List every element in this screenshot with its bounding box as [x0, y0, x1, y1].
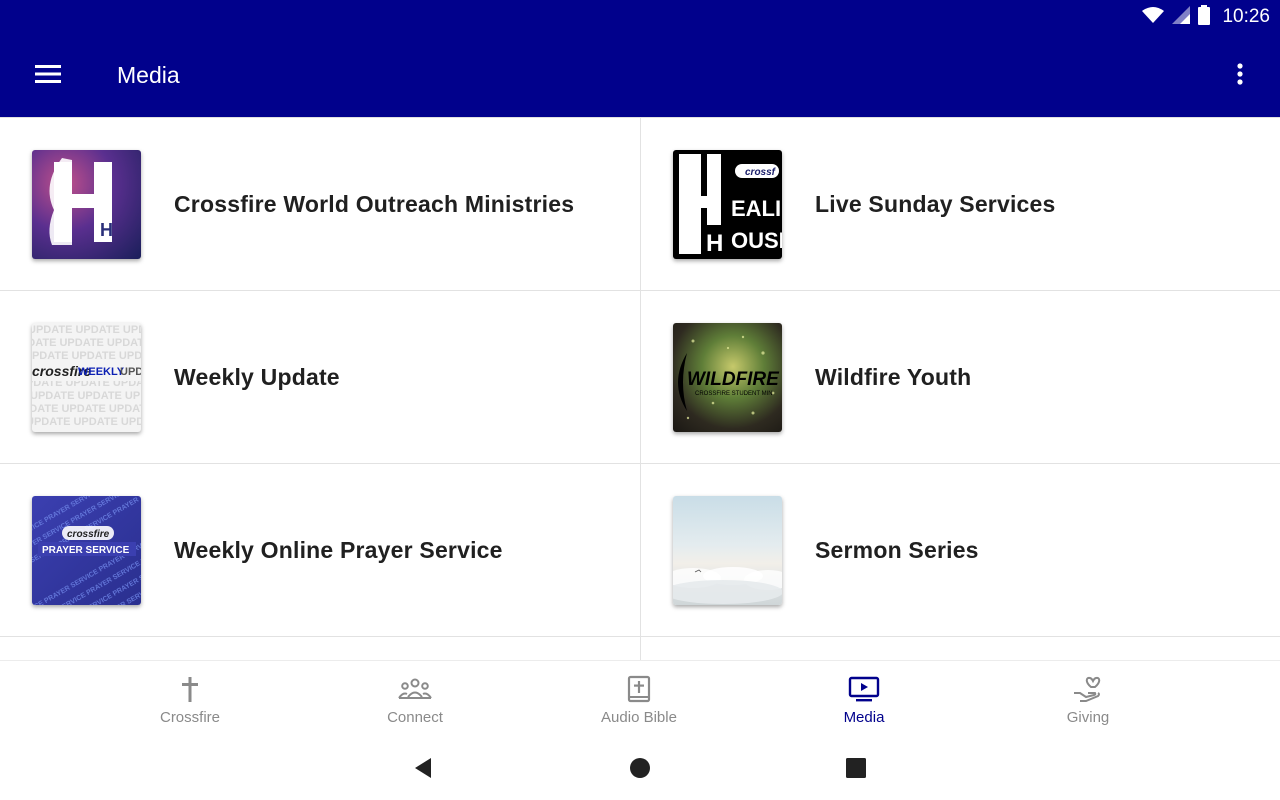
svg-text:crossfire: crossfire [67, 529, 110, 540]
back-triangle-icon [413, 757, 433, 784]
recents-square-icon [846, 757, 866, 783]
status-time: 10:26 [1222, 6, 1270, 27]
status-bar: 10:26 [1142, 0, 1280, 34]
media-item-weekly-update[interactable]: UPDATE UPDATE UPD UPDATE UPDATE UPDATE U… [0, 291, 640, 463]
nav-label: Connect [387, 709, 443, 726]
nav-label: Audio Bible [601, 709, 677, 726]
svg-text:UPDATE UPDATE UPD: UPDATE UPDATE UPD [32, 416, 141, 428]
svg-text:PRAYER SERVICE: PRAYER SERVICE [42, 545, 130, 556]
svg-text:EALI: EALI [731, 196, 781, 221]
svg-text:UPDATE UPDATE UPDATE: UPDATE UPDATE UPDATE [32, 403, 141, 415]
nav-item-connect[interactable]: Connect [335, 661, 495, 741]
media-item-label: Wildfire Youth [815, 363, 972, 390]
svg-text:UPDATE UPDATE UPD: UPDATE UPDATE UPD [32, 350, 141, 362]
svg-text:UPDATE UPDATE UPD: UPDATE UPDATE UPD [32, 324, 141, 336]
crossfire-logo-thumbnail: H [32, 149, 141, 259]
signal-icon [1172, 5, 1191, 29]
media-item-label: Weekly Online Prayer Service [174, 536, 503, 563]
nav-label: Giving [1066, 709, 1110, 726]
sermon-series-thumbnail [673, 495, 782, 605]
recents-button[interactable] [841, 755, 871, 785]
cross-icon [180, 673, 200, 705]
media-item-label: Live Sunday Services [815, 190, 1056, 217]
menu-button[interactable] [24, 56, 72, 96]
giving-icon [1072, 673, 1104, 705]
weekly-update-thumbnail: UPDATE UPDATE UPD UPDATE UPDATE UPDATE U… [32, 322, 141, 432]
nav-label: Crossfire [159, 709, 220, 726]
more-options-button[interactable] [1220, 56, 1260, 96]
svg-text:WEEKLY: WEEKLY [78, 366, 125, 378]
healing-house-thumbnail: crossf EALI OUSI H [673, 149, 782, 259]
media-item-label: Sermon Series [815, 536, 979, 563]
svg-text:UPD: UPD [120, 366, 141, 378]
svg-text:OUSI: OUSI [731, 228, 782, 253]
prayer-service-thumbnail: PRAYER SERVICE PRAYER SERVICE PRAYER SER… [32, 495, 141, 605]
media-grid: H Crossfire World Outreach Ministries cr… [0, 117, 1280, 660]
svg-text:H: H [100, 220, 113, 240]
home-button[interactable] [625, 755, 655, 785]
media-row-partial [0, 637, 1280, 660]
media-item-placeholder [0, 637, 640, 660]
system-navigation-bar [0, 740, 1280, 800]
more-vertical-icon [1237, 62, 1243, 90]
nav-item-crossfire[interactable]: Crossfire [110, 661, 270, 741]
nav-item-giving[interactable]: Giving [1008, 661, 1168, 741]
media-icon [848, 673, 880, 705]
svg-text:UPDATE UPDATE UP: UPDATE UPDATE UP [32, 390, 140, 402]
home-circle-icon [629, 757, 651, 784]
media-item-sermon-series[interactable]: Sermon Series [640, 464, 1280, 636]
svg-text:crossf: crossf [745, 167, 777, 178]
people-icon [398, 673, 432, 705]
svg-text:WILDFIRE: WILDFIRE [687, 369, 780, 390]
media-item-label: Crossfire World Outreach Ministries [174, 190, 575, 217]
page-title: Media [117, 62, 180, 88]
media-item-label: Weekly Update [174, 363, 340, 390]
nav-item-audio-bible[interactable]: Audio Bible [559, 661, 719, 741]
bible-icon [627, 673, 651, 705]
nav-label: Media [843, 709, 885, 726]
bottom-navigation: Crossfire Connect Audio Bible Media Givi… [0, 660, 1280, 740]
media-row: H Crossfire World Outreach Ministries cr… [0, 118, 1280, 291]
media-row: PRAYER SERVICE PRAYER SERVICE PRAYER SER… [0, 464, 1280, 637]
media-item-wildfire-youth[interactable]: WILDFIRE CROSSFIRE STUDENT MIN Wildfire … [640, 291, 1280, 463]
svg-text:UPDATE UPDATE UPDATE: UPDATE UPDATE UPDATE [32, 337, 141, 349]
svg-text:H: H [706, 230, 723, 257]
media-item-weekly-online-prayer-service[interactable]: PRAYER SERVICE PRAYER SERVICE PRAYER SER… [0, 464, 640, 636]
svg-text:CROSSFIRE STUDENT MIN: CROSSFIRE STUDENT MIN [695, 391, 773, 397]
media-item-placeholder [640, 637, 1280, 660]
battery-icon [1198, 4, 1211, 30]
wildfire-youth-thumbnail: WILDFIRE CROSSFIRE STUDENT MIN [673, 322, 782, 432]
wifi-icon [1142, 6, 1165, 29]
media-item-live-sunday-services[interactable]: crossf EALI OUSI H Live Sunday Services [640, 118, 1280, 290]
back-button[interactable] [408, 755, 438, 785]
media-item-crossfire-world-outreach[interactable]: H Crossfire World Outreach Ministries [0, 118, 640, 290]
nav-item-media[interactable]: Media [784, 661, 944, 741]
hamburger-menu-icon [35, 64, 61, 89]
media-row: UPDATE UPDATE UPD UPDATE UPDATE UPDATE U… [0, 291, 1280, 464]
app-bar: 10:26 Media [0, 0, 1280, 117]
